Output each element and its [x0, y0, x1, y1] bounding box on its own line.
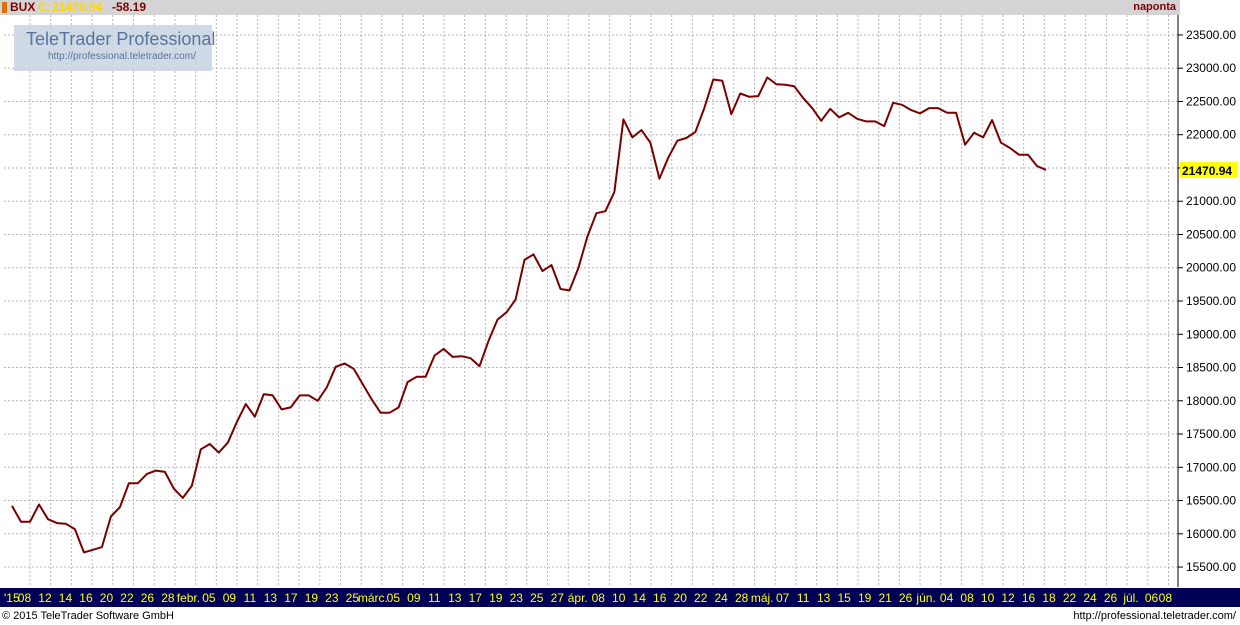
footer-url-link[interactable]: http://professional.teletrader.com/ — [1073, 610, 1236, 622]
y-tick-label: 19500.00 — [1186, 294, 1236, 308]
x-tick-label: ápr. — [568, 591, 588, 605]
x-tick-label: 19 — [305, 591, 319, 605]
y-tick-label: 20500.00 — [1186, 227, 1236, 241]
x-tick-label: 08 — [1159, 591, 1173, 605]
last-value-marker: 21470.94 — [1180, 161, 1238, 178]
y-tick-label: 21000.00 — [1186, 194, 1236, 208]
x-tick-label: 08 — [592, 591, 606, 605]
last-value-label: 21470.94 — [1182, 164, 1232, 178]
x-tick-label: 28 — [735, 591, 749, 605]
price-series — [11, 76, 1047, 554]
x-tick-label: 11 — [428, 591, 441, 605]
x-tick-label: 25 — [530, 591, 544, 605]
x-tick-label: 17 — [469, 591, 483, 605]
x-tick-label: 15 — [837, 591, 851, 605]
x-tick-label: 08 — [960, 591, 974, 605]
x-tick-label: 05 — [387, 591, 401, 605]
x-tick-label: 24 — [1083, 591, 1097, 605]
x-tick-label: 22 — [1063, 591, 1077, 605]
x-tick-label: 26 — [141, 591, 155, 605]
x-tick-label: 27 — [551, 591, 565, 605]
x-tick-label: 10 — [981, 591, 995, 605]
chart-grid — [4, 15, 1178, 587]
x-tick-label: 20 — [674, 591, 688, 605]
y-axis: 15500.00 16000.00 16500.00 17000.00 17500.00… — [1177, 15, 1236, 587]
x-tick-label: 12 — [1001, 591, 1015, 605]
y-tick-label: 23000.00 — [1186, 61, 1236, 75]
x-tick-label: 22 — [120, 591, 134, 605]
x-tick-label: 26 — [899, 591, 913, 605]
x-tick-label: 12 — [38, 591, 52, 605]
x-tick-label: 11 — [797, 591, 810, 605]
x-tick-label: 13 — [264, 591, 278, 605]
x-tick-label: 09 — [407, 591, 421, 605]
y-tick-label: 17000.00 — [1186, 460, 1236, 474]
y-tick-label: 22500.00 — [1186, 94, 1236, 108]
x-tick-label: 19 — [489, 591, 503, 605]
x-tick-label: 24 — [715, 591, 729, 605]
y-tick-label: 15500.00 — [1186, 560, 1236, 574]
x-tick-label: máj. — [751, 591, 774, 605]
x-tick-label: 13 — [448, 591, 462, 605]
x-tick-label: 26 — [1104, 591, 1118, 605]
x-tick-label: 23 — [510, 591, 524, 605]
x-tick-label: 16 — [653, 591, 667, 605]
x-tick-label: 18 — [1042, 591, 1056, 605]
x-tick-label: 23 — [325, 591, 339, 605]
x-tick-label: 19 — [858, 591, 872, 605]
y-tick-label: 19000.00 — [1186, 327, 1236, 341]
logo-url: http://professional.teletrader.com/ — [48, 51, 196, 62]
y-tick-label: 20000.00 — [1186, 261, 1236, 275]
x-tick-label: 04 — [940, 591, 954, 605]
y-tick-label: 18000.00 — [1186, 394, 1236, 408]
price-chart[interactable]: 15500.00 16000.00 16500.00 17000.00 17500.00… — [0, 0, 1240, 625]
x-tick-label: 28 — [161, 591, 175, 605]
x-tick-label: jún. — [915, 591, 935, 605]
x-tick-label: 05 — [202, 591, 216, 605]
y-tick-label: 16000.00 — [1186, 527, 1236, 541]
y-tick-label: 18500.00 — [1186, 361, 1236, 375]
x-tick-label: júl. — [1122, 591, 1138, 605]
y-tick-label: 22000.00 — [1186, 128, 1236, 142]
teletrader-logo: TeleTrader Professional http://professio… — [14, 25, 216, 71]
y-tick-label: 23500.00 — [1186, 28, 1236, 42]
x-tick-label: 16 — [79, 591, 93, 605]
x-axis: '1508 12 14 16 20 22 26 28 febr. 05 09 11 13 17 19 23 25… — [0, 588, 1240, 607]
y-tick-label: 16500.00 — [1186, 494, 1236, 508]
y-tick-label: 17500.00 — [1186, 427, 1236, 441]
logo-title: TeleTrader Professional — [26, 29, 216, 49]
x-tick-label: 20 — [100, 591, 114, 605]
x-tick-label: 11 — [244, 591, 257, 605]
x-tick-label: 07 — [776, 591, 790, 605]
x-tick-label: 10 — [612, 591, 626, 605]
x-tick-label: febr. — [177, 591, 200, 605]
x-tick-label: 14 — [633, 591, 647, 605]
x-tick-label: 16 — [1022, 591, 1036, 605]
x-tick-label: 13 — [817, 591, 831, 605]
x-tick-label: 21 — [878, 591, 892, 605]
x-tick-label: 14 — [59, 591, 73, 605]
x-tick-label: 08 — [18, 591, 32, 605]
x-tick-label: 17 — [284, 591, 298, 605]
x-tick-label: 06 — [1145, 591, 1159, 605]
x-tick-label: 09 — [223, 591, 237, 605]
copyright-text: © 2015 TeleTrader Software GmbH — [2, 610, 174, 622]
price-line — [11, 76, 1047, 554]
x-tick-label: márc. — [358, 591, 388, 605]
x-tick-label: 22 — [694, 591, 708, 605]
